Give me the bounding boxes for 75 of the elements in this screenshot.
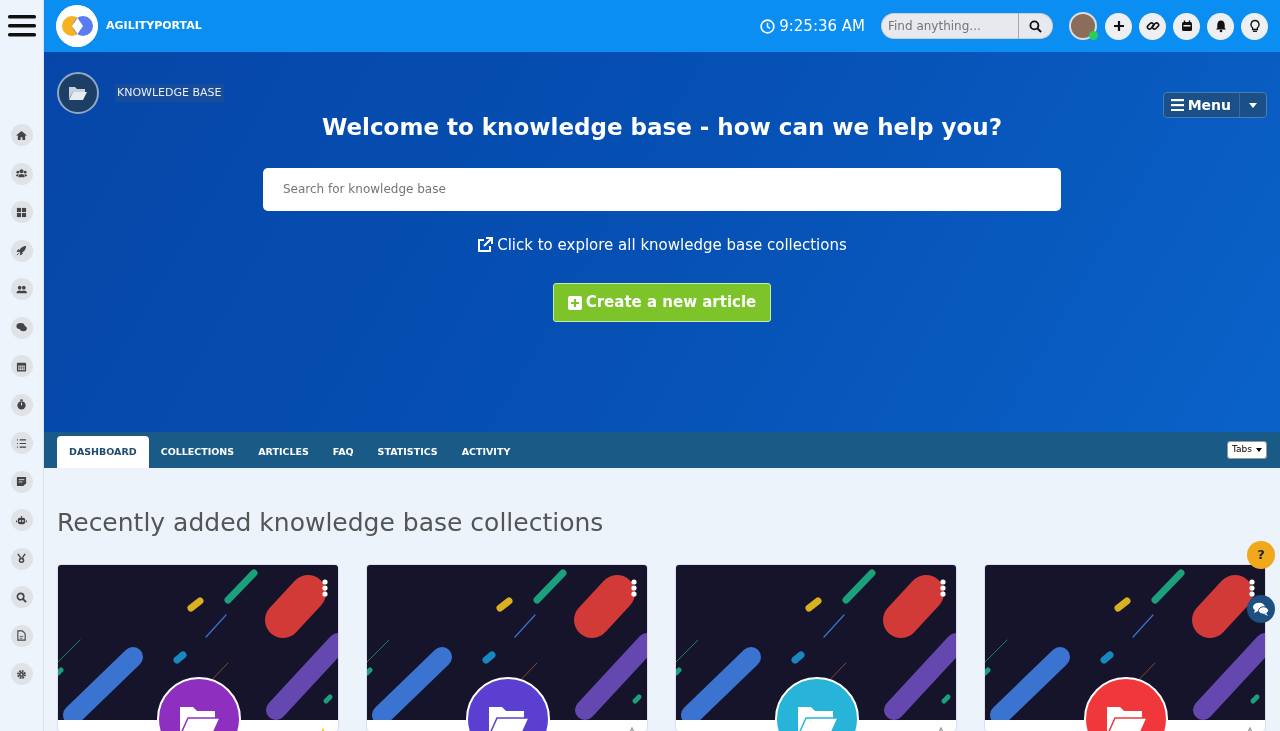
add-button[interactable] [1105,12,1132,40]
file-icon [16,630,27,641]
caret-icon [1256,448,1262,452]
note-icon [16,476,27,487]
search-icon [16,591,27,603]
caret-icon [1249,102,1257,108]
file-nav-button[interactable] [10,624,33,647]
chat-icon [1253,602,1269,616]
tab[interactable]: ARTICLES [246,436,321,468]
external-link-icon [477,236,494,253]
folder-icon [57,72,99,114]
chat-button[interactable] [1247,595,1275,623]
tab[interactable]: COLLECTIONS [148,436,247,468]
more-options-icon[interactable] [940,579,946,597]
rocket-icon [16,245,27,256]
help-button[interactable]: ? [1247,541,1275,569]
section-label: KNOWLEDGE BASE [115,83,224,103]
more-options-icon[interactable] [322,579,328,597]
home-icon [16,129,27,141]
links-button[interactable] [1139,12,1166,40]
tab[interactable]: FAQ [320,436,366,468]
people-nav-button[interactable] [10,278,33,300]
clock-icon [760,18,776,34]
chat-icon [16,322,27,333]
user-avatar[interactable] [1069,12,1097,40]
clock-time: 9:25:36 AM [779,15,865,37]
search-button[interactable] [1019,13,1053,39]
more-options-icon[interactable] [1249,579,1255,597]
note-nav-button[interactable] [10,470,33,493]
brand-name: AGILITYPORTAL [106,17,202,34]
list-icon [1170,99,1184,111]
search-nav-button[interactable] [10,586,33,608]
stopwatch-icon [16,399,27,410]
hero-title: Welcome to knowledge base - how can we help you? [321,114,1003,142]
users-nav-button[interactable] [10,162,33,185]
medal-nav-button[interactable] [10,547,33,570]
tab[interactable]: STATISTICS [365,436,450,468]
stopwatch-nav-button[interactable] [10,393,33,416]
calendar-icon [16,360,27,372]
bell-icon [1213,19,1228,33]
calendar-icon [1179,19,1194,33]
grid-nav-button[interactable] [10,201,33,223]
search-field[interactable]: Find anything... [881,13,1019,39]
calendar-button[interactable] [1173,12,1200,40]
users-icon [16,168,27,179]
people-icon [16,283,27,295]
robot-nav-button[interactable] [10,509,33,531]
grid-icon [16,206,27,218]
plus-square-icon [567,295,582,310]
logo-icon[interactable] [56,5,98,47]
list-icon [16,437,27,449]
notifications-button[interactable] [1207,12,1234,40]
plus-icon [1111,19,1126,33]
menu-button[interactable]: Menu [1162,92,1267,118]
robot-icon [16,514,27,526]
tab[interactable]: ACTIVITY [449,436,523,468]
calendar-nav-button[interactable] [10,355,33,377]
more-options-icon[interactable] [631,579,637,597]
tab[interactable]: DASHBOARD [57,436,149,468]
medal-icon [16,553,27,564]
explore-link[interactable]: Click to explore all knowledge base collections [477,233,847,257]
search-icon [1029,20,1042,33]
menu-icon[interactable] [8,14,36,38]
home-nav-button[interactable] [10,124,33,146]
search-field[interactable]: Search for knowledge base [263,167,1061,211]
chat-nav-button[interactable] [10,316,33,339]
settings-nav-button[interactable] [10,663,33,685]
link-icon [1145,19,1160,33]
settings-icon [16,668,27,680]
rocket-nav-button[interactable] [10,239,33,262]
lightbulb-icon [1247,19,1262,33]
tabs-dropdown[interactable]: Tabs [1227,441,1267,459]
ideas-button[interactable] [1241,12,1268,40]
section-title: Recently added knowledge base collections [57,508,605,538]
list-nav-button[interactable] [10,432,33,454]
